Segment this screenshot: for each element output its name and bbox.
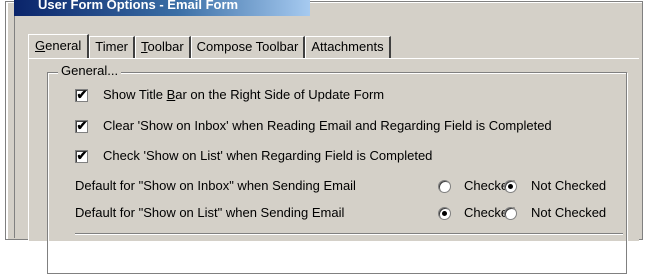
radio-dot xyxy=(442,211,447,216)
list-not-checked-label[interactable]: Not Checked xyxy=(531,205,606,220)
list-default-label: Default for "Show on List" when Sending … xyxy=(75,205,345,220)
inbox-not-checked-radio[interactable] xyxy=(504,180,517,193)
tab-label: Attachments xyxy=(311,39,384,54)
tab-general[interactable]: General xyxy=(28,34,90,58)
tab-label: Compose Toolbar xyxy=(196,39,299,54)
tab-strip: General Timer Toolbar Compose Toolbar At… xyxy=(28,34,391,58)
show-title-bar-checkbox[interactable]: ✔ xyxy=(75,87,88,102)
label-text: ar on the Right Side of Update Form xyxy=(175,87,385,102)
title-bar[interactable]: User Form Options - Email Form xyxy=(14,0,310,16)
tab-toolbar[interactable]: Toolbar xyxy=(135,36,191,58)
tab-attachments[interactable]: Attachments xyxy=(305,36,391,58)
tab-label: eneral xyxy=(45,38,82,53)
check-mark-icon: ✔ xyxy=(76,118,88,133)
inbox-default-label: Default for "Show on Inbox" when Sending… xyxy=(75,178,356,193)
check-mark-icon: ✔ xyxy=(76,87,88,102)
check-show-on-list-checkbox[interactable]: ✔ xyxy=(75,148,88,163)
inbox-checked-radio[interactable] xyxy=(438,180,451,193)
clear-show-on-inbox-label[interactable]: Clear 'Show on Inbox' when Reading Email… xyxy=(103,118,552,133)
clear-show-on-inbox-checkbox[interactable]: ✔ xyxy=(75,118,88,133)
general-groupbox xyxy=(47,72,627,274)
tab-timer[interactable]: Timer xyxy=(89,36,136,58)
check-show-on-list-label[interactable]: Check 'Show on List' when Regarding Fiel… xyxy=(103,148,432,163)
tab-mnemonic: G xyxy=(35,38,46,53)
tab-label: oolbar xyxy=(147,39,184,54)
check-mark-icon: ✔ xyxy=(76,148,88,163)
tab-label: Timer xyxy=(95,39,129,54)
list-not-checked-radio[interactable] xyxy=(504,207,517,220)
inbox-not-checked-label[interactable]: Not Checked xyxy=(531,178,606,193)
divider xyxy=(75,233,623,235)
window-edge xyxy=(7,14,15,238)
label-text: Show Title xyxy=(103,87,167,102)
radio-dot xyxy=(508,184,513,189)
tab-compose-toolbar[interactable]: Compose Toolbar xyxy=(190,36,306,58)
label-mnemonic: B xyxy=(166,87,176,102)
show-title-bar-label[interactable]: Show Title Bar on the Right Side of Upda… xyxy=(103,87,384,102)
window-title: User Form Options - Email Form xyxy=(38,0,239,12)
group-legend: General... xyxy=(58,63,122,78)
list-checked-radio[interactable] xyxy=(438,207,451,220)
